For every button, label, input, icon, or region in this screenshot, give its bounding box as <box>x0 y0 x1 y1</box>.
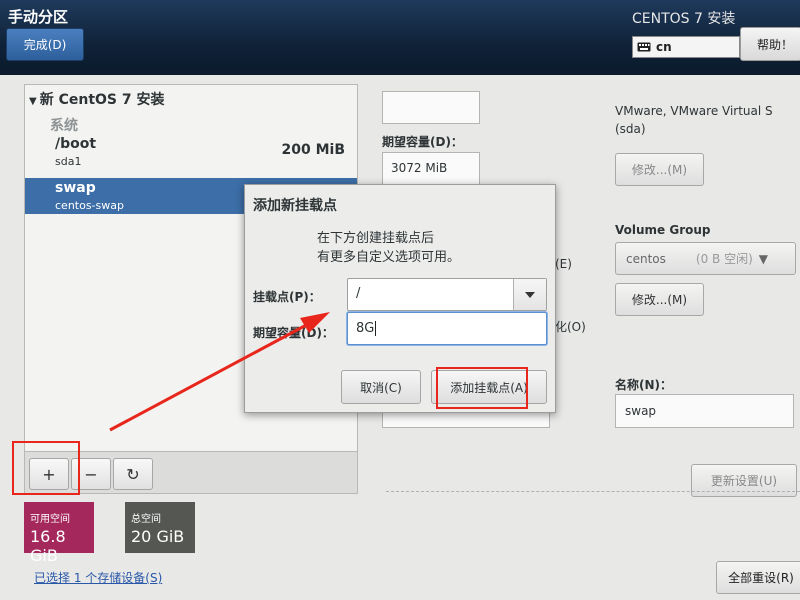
capacity-label: 期望容量(D)： <box>253 326 334 340</box>
name-label: 名称(N)： <box>615 378 673 392</box>
volume-group-label: Volume Group <box>615 223 711 237</box>
device-id: (sda) <box>615 122 646 136</box>
selected-storage-link[interactable]: 已选择 1 个存储设备(S) <box>34 569 162 586</box>
keyboard-icon <box>637 42 651 52</box>
available-space-box: 可用空间 16.8 GiB <box>24 502 94 565</box>
name-field[interactable]: swap <box>615 394 794 428</box>
system-section-label: 系统 <box>50 118 78 134</box>
dialog-title: 添加新挂载点 <box>253 198 337 214</box>
done-button[interactable]: 完成(D) <box>6 28 84 61</box>
encrypt-checkbox-label[interactable]: (E) <box>555 257 572 271</box>
total-space-box: 总空间 20 GiB <box>125 502 195 553</box>
reset-all-button[interactable]: 全部重设(R) <box>716 561 800 594</box>
keyboard-layout-indicator[interactable]: cn <box>632 36 740 58</box>
text-cursor <box>375 321 377 336</box>
mountpoint-combobox[interactable]: / <box>347 278 547 311</box>
total-space-value: 20 GiB <box>131 527 185 546</box>
refresh-icon: ↻ <box>126 464 140 484</box>
modify-volume-group-button[interactable]: 修改...(M) <box>615 283 704 316</box>
volume-group-free: (0 B 空闲) <box>695 252 753 266</box>
expand-triangle-icon: ▼ <box>29 96 37 107</box>
mountpoint-size: 200 MiB <box>281 142 346 158</box>
chevron-down-icon: ▼ <box>758 251 768 266</box>
chevron-down-icon <box>525 291 535 298</box>
minus-icon: − <box>84 464 98 484</box>
desired-capacity-label: 期望容量(D)： <box>382 135 463 149</box>
mountpoint-value: / <box>356 286 361 301</box>
available-space-value: 16.8 GiB <box>30 527 66 565</box>
dialog-subtitle: 在下方创建挂载点后 有更多自定义选项可用。 <box>317 231 461 265</box>
dropdown-button[interactable] <box>513 279 546 310</box>
cancel-button[interactable]: 取消(C) <box>341 370 421 404</box>
volume-group-name: centos <box>626 251 666 266</box>
highlight-add-mountpoint-button <box>436 367 528 409</box>
total-space-label: 总空间 <box>131 514 161 525</box>
mountpoint-name: swap <box>55 180 96 196</box>
desired-capacity-field[interactable]: 3072 MiB <box>382 152 480 185</box>
section-divider <box>386 491 800 492</box>
capacity-input[interactable]: 8G <box>347 312 547 345</box>
top-bar: 手动分区 完成(D) CENTOS 7 安装 cn 帮助！ <box>0 0 800 75</box>
mountpoint-device: centos-swap <box>55 199 124 212</box>
help-button[interactable]: 帮助！ <box>740 27 800 61</box>
mountpoint-name: /boot <box>55 136 97 152</box>
update-settings-button[interactable]: 更新设置(U) <box>691 464 797 497</box>
highlight-add-button <box>12 441 80 495</box>
mountpoint-label: 挂载点(P)： <box>253 290 321 304</box>
available-space-label: 可用空间 <box>30 514 70 525</box>
mountpoint-field[interactable] <box>382 91 480 124</box>
volume-group-select[interactable]: centos (0 B 空闲) ▼ <box>615 242 796 275</box>
reformat-checkbox-label[interactable]: 化(O) <box>555 318 586 335</box>
mountpoint-item-boot[interactable]: /boot sda1 200 MiB <box>25 134 357 170</box>
install-group-header[interactable]: ▼ 新 CentOS 7 安装 <box>29 89 164 109</box>
product-title: CENTOS 7 安装 <box>632 11 736 27</box>
page-title: 手动分区 <box>8 8 69 26</box>
refresh-button[interactable]: ↻ <box>113 458 153 490</box>
keyboard-layout-label: cn <box>656 40 672 54</box>
device-description: VMware, VMware Virtual S <box>615 104 773 118</box>
mountpoint-device: sda1 <box>55 155 82 168</box>
modify-devices-button[interactable]: 修改...(M) <box>615 153 704 186</box>
